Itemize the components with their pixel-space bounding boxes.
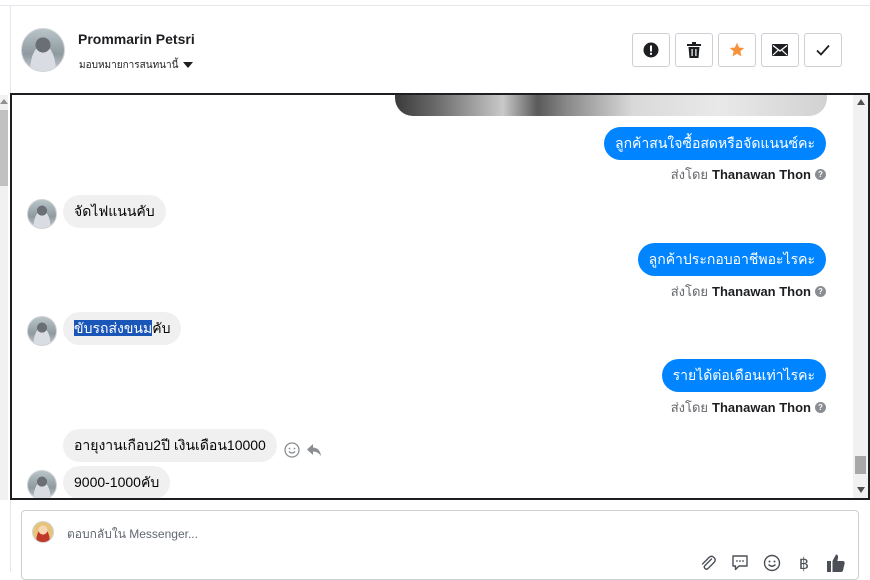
assign-conversation-label: มอบหมายการสนทนานี้ bbox=[79, 60, 179, 71]
incoming-message[interactable]: ขับรถส่งขนมคับ bbox=[63, 312, 182, 345]
outgoing-message[interactable]: รายได้ต่อเดือนเท่าไรคะ bbox=[661, 359, 826, 392]
emoji-icon bbox=[763, 554, 781, 572]
mark-unread-button[interactable] bbox=[761, 33, 799, 67]
top-divider bbox=[0, 5, 870, 6]
left-divider bbox=[10, 5, 11, 95]
attach-button[interactable] bbox=[698, 553, 718, 573]
alert-icon bbox=[643, 42, 659, 58]
sent-by-agent: Thanawan Thon bbox=[712, 284, 811, 299]
star-icon bbox=[729, 42, 745, 57]
sent-by-label: ส่งโดย Thanawan Thon? bbox=[671, 397, 826, 418]
incoming-message[interactable]: จัดไฟแนนคับ bbox=[63, 195, 166, 228]
help-icon[interactable]: ? bbox=[815, 169, 826, 180]
paperclip-icon bbox=[701, 555, 716, 570]
help-icon[interactable]: ? bbox=[815, 402, 826, 413]
check-icon bbox=[816, 44, 830, 56]
outgoing-message[interactable]: ลูกค้าประกอบอาชีพอะไรคะ bbox=[637, 243, 826, 276]
message-actions bbox=[284, 442, 322, 458]
sent-by-label: ส่งโดย Thanawan Thon? bbox=[671, 164, 826, 185]
shared-image[interactable] bbox=[395, 95, 827, 116]
star-button[interactable] bbox=[718, 33, 756, 67]
trash-icon bbox=[687, 42, 701, 58]
envelope-icon bbox=[772, 44, 788, 56]
thumbs-up-icon bbox=[827, 554, 845, 572]
conversation-scrollbar-thumb[interactable] bbox=[855, 456, 866, 474]
page-avatar bbox=[32, 521, 54, 543]
composer-tools: ฿ bbox=[698, 553, 846, 573]
chat-icon bbox=[732, 555, 748, 571]
left-divider-bottom bbox=[10, 500, 11, 572]
delete-button[interactable] bbox=[675, 33, 713, 67]
sent-by-prefix: ส่งโดย bbox=[670, 167, 709, 182]
smiley-icon[interactable] bbox=[284, 442, 300, 458]
reply-icon[interactable] bbox=[306, 442, 322, 458]
caret-down-icon bbox=[183, 62, 194, 69]
sender-avatar[interactable] bbox=[27, 470, 57, 498]
page-scrollbar-thumb[interactable] bbox=[0, 110, 8, 186]
sent-by-label: ส่งโดย Thanawan Thon? bbox=[671, 281, 826, 302]
page-scroll-up-icon[interactable] bbox=[0, 99, 8, 104]
message-text: คับ bbox=[152, 320, 171, 336]
sender-avatar[interactable] bbox=[27, 199, 57, 229]
conversation-actions bbox=[632, 33, 842, 67]
outgoing-message[interactable]: ลูกค้าสนใจซื้อสดหรือจัดแนนซ์คะ bbox=[604, 127, 826, 160]
scroll-down-icon[interactable] bbox=[857, 487, 865, 493]
contact-name[interactable]: Prommarin Petsri bbox=[78, 31, 195, 47]
reply-composer: ฿ bbox=[21, 510, 859, 580]
conversation-scrollbar[interactable] bbox=[853, 95, 868, 498]
like-button[interactable] bbox=[826, 553, 846, 573]
sent-by-agent: Thanawan Thon bbox=[712, 400, 811, 415]
sender-avatar[interactable] bbox=[27, 316, 57, 346]
sent-by-agent: Thanawan Thon bbox=[712, 167, 811, 182]
mark-done-button[interactable] bbox=[804, 33, 842, 67]
sent-by-prefix: ส่งโดย bbox=[670, 284, 709, 299]
conversation-panel[interactable]: ลูกค้าสนใจซื้อสดหรือจัดแนนซ์คะ ส่งโดย Tha… bbox=[10, 93, 870, 500]
baht-icon: ฿ bbox=[798, 553, 810, 573]
sent-by-prefix: ส่งโดย bbox=[670, 400, 709, 415]
mark-spam-button[interactable] bbox=[632, 33, 670, 67]
saved-replies-button[interactable] bbox=[730, 553, 750, 573]
emoji-button[interactable] bbox=[762, 553, 782, 573]
selected-text[interactable]: ขับรถส่งขนม bbox=[74, 320, 153, 336]
assign-conversation-dropdown[interactable]: มอบหมายการสนทนานี้ bbox=[79, 58, 194, 73]
incoming-message[interactable]: 9000-1000คับ bbox=[63, 466, 171, 498]
incoming-message[interactable]: อายุงานเกือบ2ปี เงินเดือน10000 bbox=[63, 429, 277, 462]
payment-button[interactable]: ฿ bbox=[794, 553, 814, 573]
help-icon[interactable]: ? bbox=[815, 286, 826, 297]
scroll-up-icon[interactable] bbox=[857, 99, 865, 105]
reply-input[interactable] bbox=[65, 524, 825, 544]
contact-avatar[interactable] bbox=[21, 28, 65, 72]
